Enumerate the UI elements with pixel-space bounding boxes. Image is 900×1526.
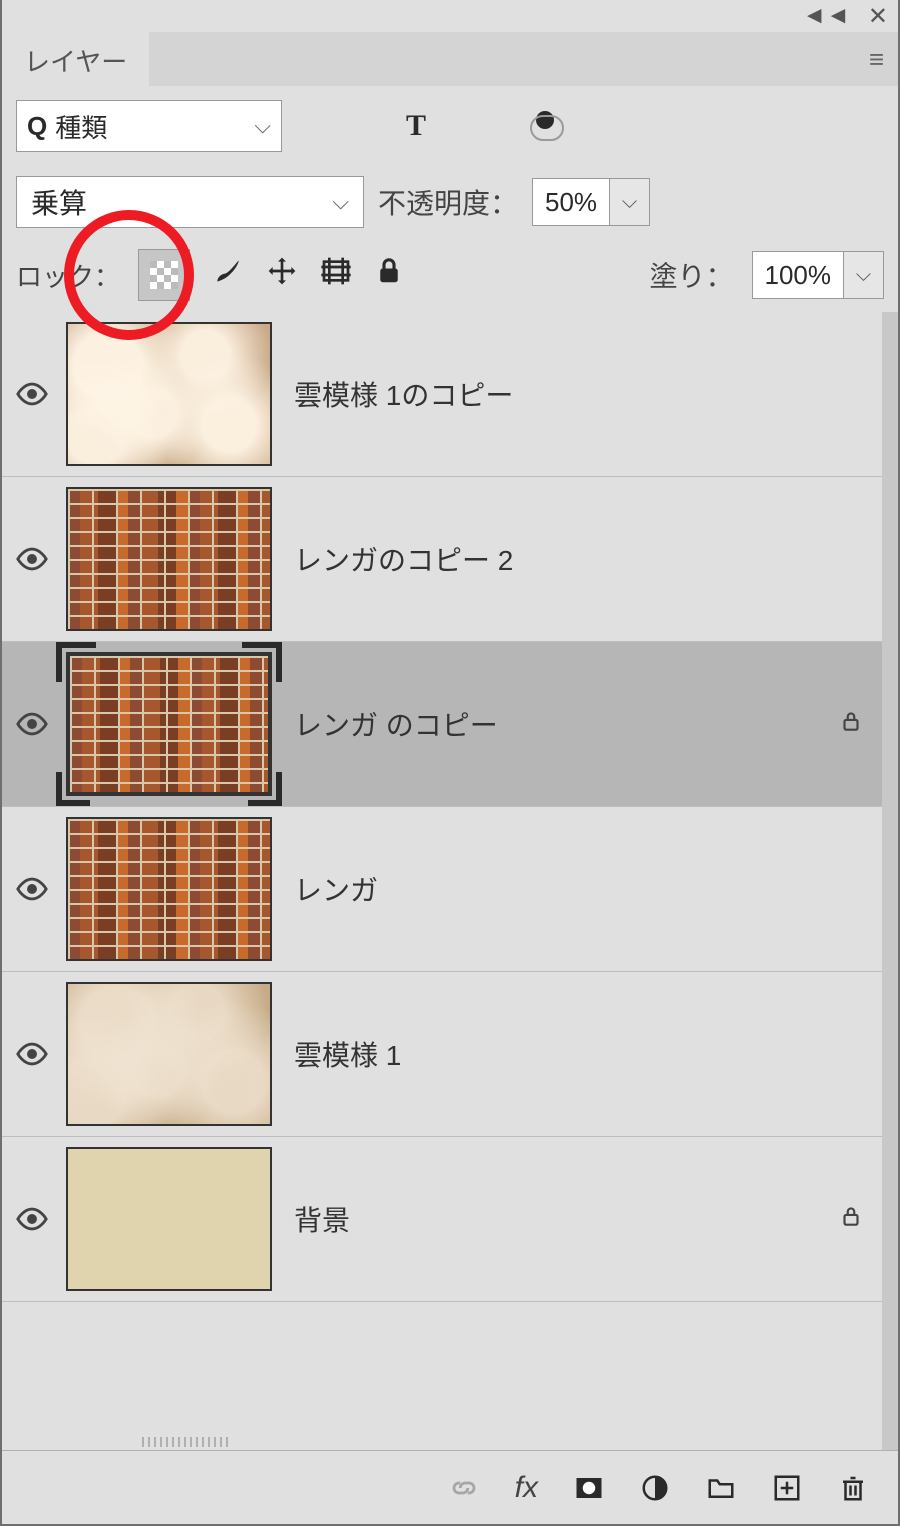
filter-type-icon[interactable]: T xyxy=(406,109,426,143)
group-icon[interactable] xyxy=(706,1473,736,1503)
lock-position-icon[interactable] xyxy=(266,255,298,295)
visibility-eye-icon[interactable] xyxy=(12,1202,52,1236)
layer-name[interactable]: 雲模様 1 xyxy=(286,1034,820,1074)
lock-paint-icon[interactable] xyxy=(212,255,244,295)
tab-layers[interactable]: レイヤー xyxy=(2,32,149,86)
opacity-value-input[interactable]: 50% xyxy=(532,178,610,226)
blend-row: 乗算 ⌵ 不透明度： 50% ⌵ xyxy=(2,166,898,238)
chevron-down-icon: ⌵ xyxy=(254,113,271,139)
layer-name[interactable]: レンガ のコピー xyxy=(286,704,820,744)
adjustment-layer-icon[interactable] xyxy=(640,1473,670,1503)
resize-grip[interactable] xyxy=(142,1437,232,1447)
layer-thumbnail[interactable] xyxy=(66,487,272,631)
layers-panel: ◄◄ ✕ レイヤー ≡ Q 種類 ⌵ T xyxy=(0,0,900,1526)
blend-mode-value: 乗算 xyxy=(31,182,87,222)
fill-label: 塗り： xyxy=(649,255,733,295)
layer-thumbnail[interactable] xyxy=(66,982,272,1126)
lock-label: ロック： xyxy=(16,257,120,294)
filter-icons: T xyxy=(342,109,566,143)
fill-dropdown-button[interactable]: ⌵ xyxy=(844,251,884,299)
close-icon[interactable]: ✕ xyxy=(868,2,888,31)
opacity-dropdown-button[interactable]: ⌵ xyxy=(610,178,650,226)
layer-name[interactable]: 背景 xyxy=(286,1199,820,1239)
chevron-down-icon: ⌵ xyxy=(332,189,349,215)
layers-list[interactable]: 雲模様 1のコピーレンガのコピー 2 レンガ のコピーレンガ雲模様 1 背景 xyxy=(2,312,898,1450)
tab-bar: レイヤー ≡ xyxy=(2,32,898,86)
lock-all-icon[interactable] xyxy=(374,256,404,294)
collapse-icon[interactable]: ◄◄ xyxy=(802,2,850,30)
layer-thumbnail[interactable] xyxy=(66,1147,272,1291)
filter-row: Q 種類 ⌵ T xyxy=(2,86,898,166)
lock-transparency-button[interactable] xyxy=(138,249,190,301)
opacity-label: 不透明度： xyxy=(378,182,518,222)
layer-row[interactable]: 雲模様 1のコピー xyxy=(2,312,882,477)
visibility-eye-icon[interactable] xyxy=(12,707,52,741)
search-icon: Q xyxy=(27,111,47,142)
lock-row: ロック： 塗り： 100% ⌵ xyxy=(2,238,898,312)
visibility-eye-icon[interactable] xyxy=(12,377,52,411)
layer-thumbnail[interactable] xyxy=(66,652,272,796)
fx-icon[interactable]: fx xyxy=(515,1471,538,1505)
lock-tools xyxy=(138,249,404,301)
layer-kind-dropdown[interactable]: Q 種類 ⌵ xyxy=(16,100,282,152)
bottom-toolbar: fx xyxy=(2,1450,898,1524)
panel-menu-icon[interactable]: ≡ xyxy=(869,44,884,75)
blend-mode-dropdown[interactable]: 乗算 ⌵ xyxy=(16,176,364,228)
visibility-eye-icon[interactable] xyxy=(12,872,52,906)
layer-row[interactable]: レンガ xyxy=(2,807,882,972)
new-layer-icon[interactable] xyxy=(772,1473,802,1503)
layer-lock-icon[interactable] xyxy=(834,1203,868,1236)
search-kind-label: 種類 xyxy=(55,108,246,145)
layer-row[interactable]: レンガのコピー 2 xyxy=(2,477,882,642)
layer-thumbnail[interactable] xyxy=(66,322,272,466)
layer-row[interactable]: 雲模様 1 xyxy=(2,972,882,1137)
link-layers-icon[interactable] xyxy=(449,1473,479,1503)
panel-collapse-strip: ◄◄ ✕ xyxy=(2,0,898,32)
visibility-eye-icon[interactable] xyxy=(12,1037,52,1071)
layer-row[interactable]: 背景 xyxy=(2,1137,882,1302)
filter-toggle[interactable] xyxy=(522,109,566,143)
layer-row[interactable]: レンガ のコピー xyxy=(2,642,882,807)
layer-name[interactable]: レンガ xyxy=(286,869,820,909)
trash-icon[interactable] xyxy=(838,1473,868,1503)
layer-lock-icon[interactable] xyxy=(834,708,868,741)
mask-icon[interactable] xyxy=(574,1473,604,1503)
lock-artboard-icon[interactable] xyxy=(320,255,352,295)
visibility-eye-icon[interactable] xyxy=(12,542,52,576)
layer-name[interactable]: レンガのコピー 2 xyxy=(286,539,820,579)
fill-value-input[interactable]: 100% xyxy=(752,251,845,299)
layer-thumbnail[interactable] xyxy=(66,817,272,961)
layer-name[interactable]: 雲模様 1のコピー xyxy=(286,374,820,414)
